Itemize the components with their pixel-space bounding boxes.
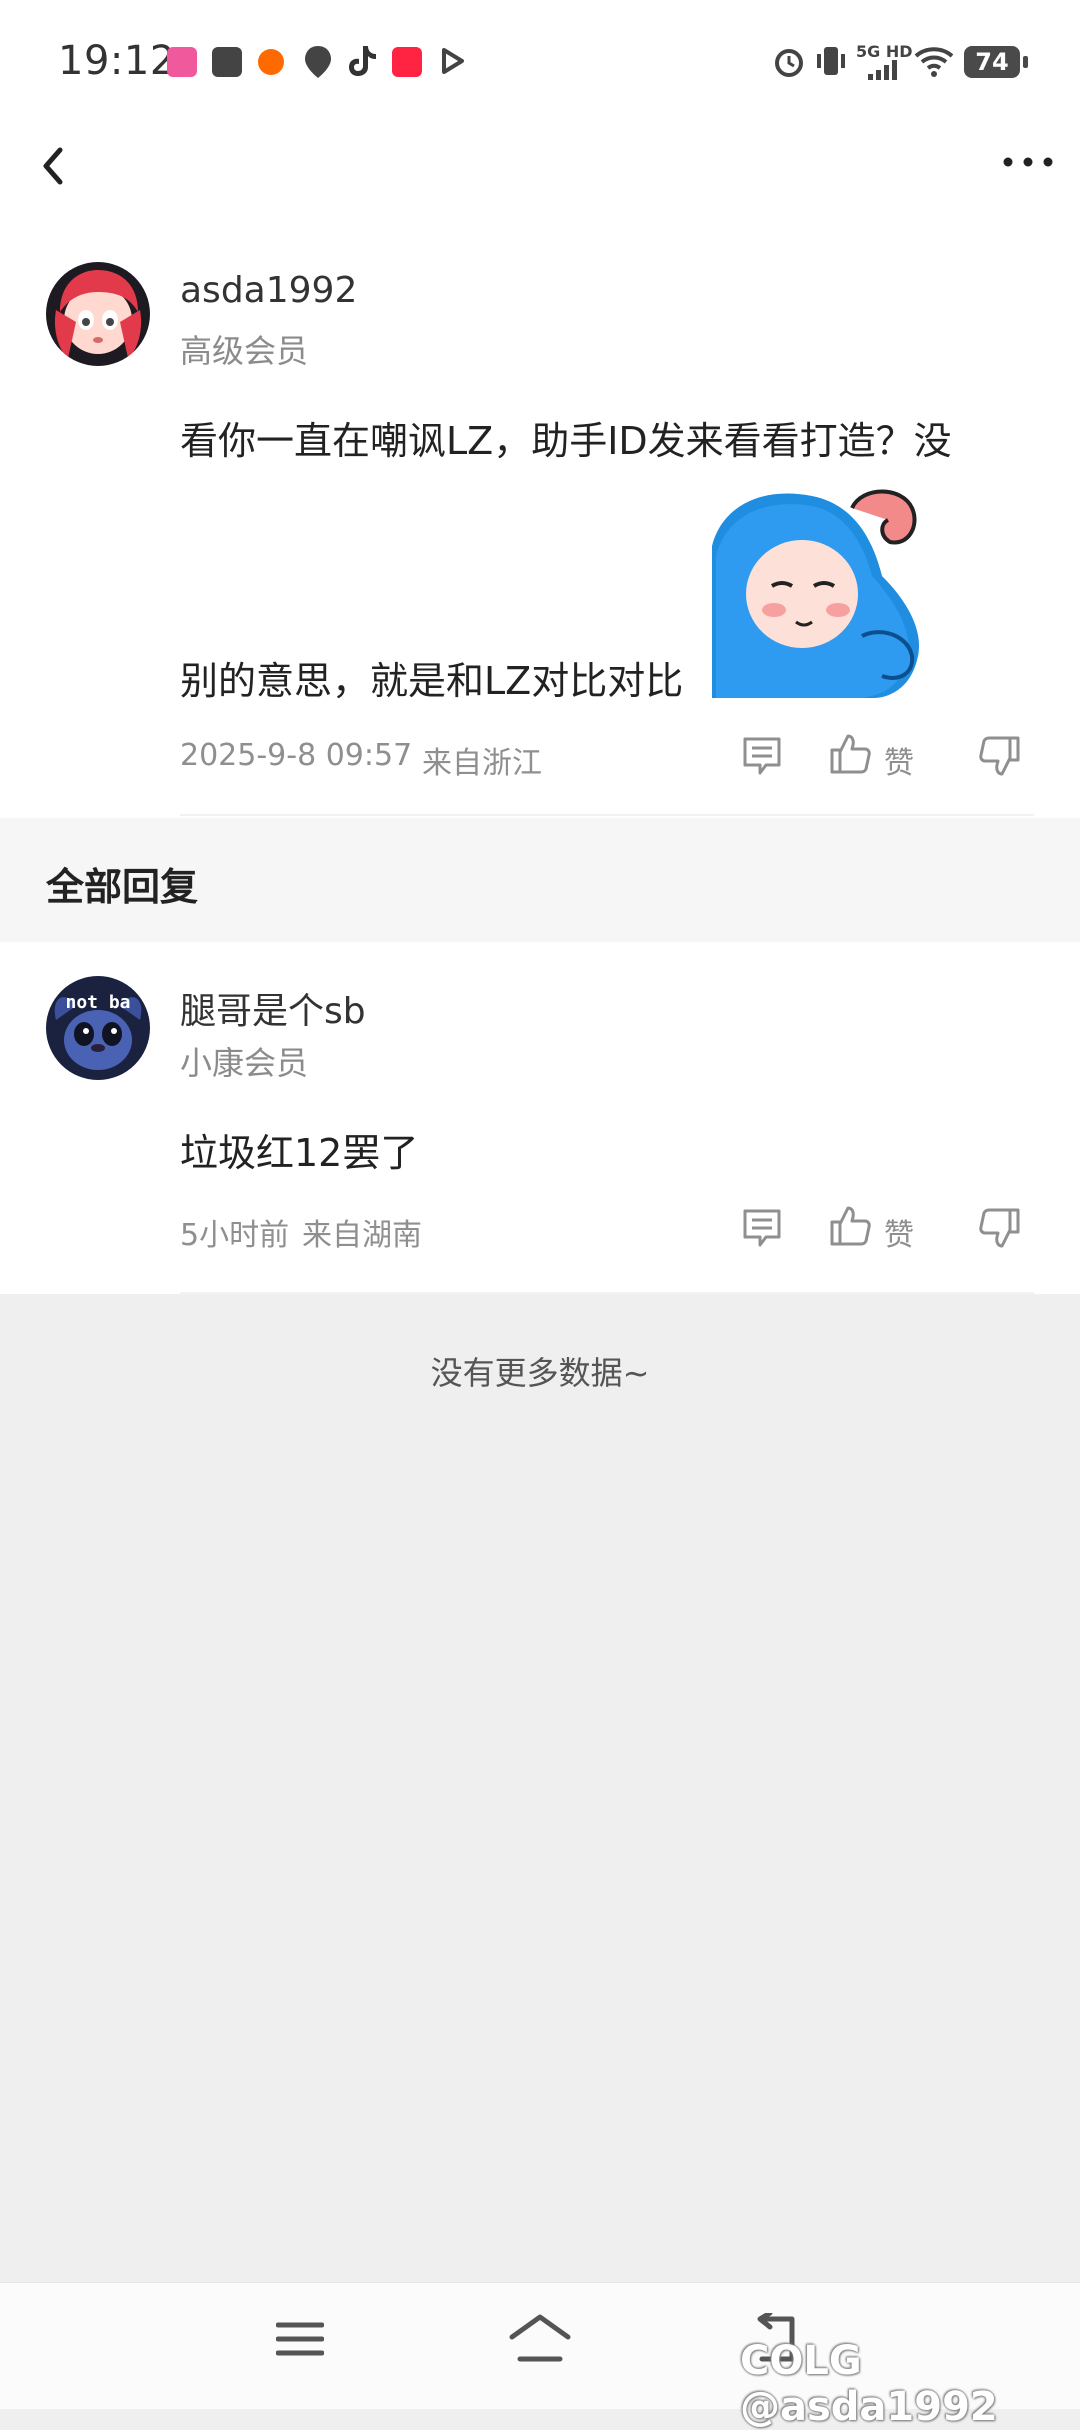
like-icon[interactable] (828, 1204, 872, 1248)
xiaohongshu-icon (392, 47, 422, 77)
dislike-icon[interactable] (978, 1206, 1022, 1250)
reply-divider (180, 1292, 1034, 1294)
back-button[interactable] (36, 144, 70, 188)
comment-icon[interactable] (740, 734, 784, 778)
battery-indicator: 74 (964, 46, 1028, 78)
post-timestamp: 2025-9-8 09:57 (180, 738, 413, 773)
tiktok-icon (349, 46, 376, 76)
sticker-image[interactable] (712, 486, 924, 698)
section-title: 全部回复 (46, 865, 199, 909)
vibrate-icon (817, 47, 845, 75)
reply-timestamp: 5小时前 (180, 1218, 290, 1253)
comment-icon[interactable] (740, 1206, 784, 1250)
post-card: asda1992 高级会员 看你一直在嘲讽LZ，助手ID发来看看打造？没 别的意… (0, 250, 1080, 818)
reply-content: 垃圾红12罢了 (180, 1131, 419, 1175)
signal-icon (868, 60, 897, 80)
post-content-line1: 看你一直在嘲讽LZ，助手ID发来看看打造？没 (180, 419, 952, 463)
play-icon (442, 48, 464, 74)
status-bar: 19:12 5G HD 74 (0, 0, 1080, 120)
like-label[interactable]: 赞 (884, 1210, 914, 1254)
alarm-icon (775, 49, 803, 77)
lofter-icon (167, 47, 197, 77)
avatar[interactable]: not ba (46, 976, 150, 1080)
menu-icon[interactable] (276, 2319, 324, 2359)
avatar[interactable] (46, 262, 150, 366)
like-icon[interactable] (828, 732, 872, 776)
post-content-line2: 别的意思，就是和LZ对比对比 (180, 659, 684, 703)
svg-text:not ba: not ba (65, 992, 130, 1013)
reply-member-level: 小康会员 (180, 1044, 309, 1082)
taobao-icon (258, 49, 284, 75)
post-location: 来自浙江 (422, 746, 542, 781)
reply-item: not ba 腿哥是个sb 小康会员 垃圾红12罢了 5小时前 来自湖南 赞 (0, 942, 1080, 1294)
mail-icon (212, 47, 242, 77)
status-time: 19:12 (58, 38, 176, 84)
more-button[interactable] (1002, 152, 1054, 172)
home-icon[interactable] (508, 2313, 572, 2365)
top-bar (0, 120, 1080, 250)
network-label: 5G HD (856, 42, 913, 61)
post-username[interactable]: asda1992 (180, 270, 357, 311)
reply-location: 来自湖南 (302, 1218, 422, 1253)
post-member-level: 高级会员 (180, 332, 309, 370)
wifi-icon (914, 47, 954, 77)
reply-username[interactable]: 腿哥是个sb (180, 982, 366, 1034)
no-more-data: 没有更多数据~ (430, 1354, 650, 1392)
dislike-icon[interactable] (978, 734, 1022, 778)
post-divider (180, 814, 1034, 816)
like-label[interactable]: 赞 (884, 738, 914, 782)
watermark-text: COLG @asda1992 (740, 2338, 998, 2430)
du-icon (305, 46, 331, 78)
